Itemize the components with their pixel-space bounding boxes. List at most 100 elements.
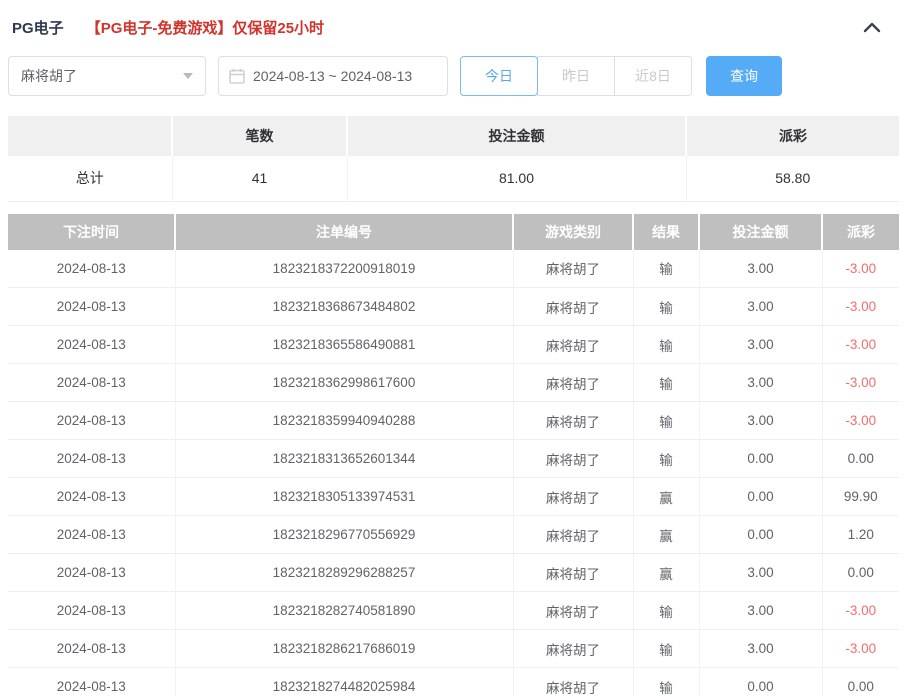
cell-payout: -3.00 [822,591,899,630]
panel-title: PG电子 [12,19,64,37]
records-table: 下注时间 注单编号 游戏类别 结果 投注金额 派彩 2024-08-13 182321837… [8,213,899,696]
cell-result: 输 [633,667,700,696]
cell-bet-id: 1823218286217686019 [175,629,514,668]
cell-bet-id: 1823218359940940288 [175,401,514,440]
summary-total-label: 总计 [8,156,173,202]
cell-game-type: 麻将胡了 [513,553,634,592]
cell-bet-amount: 3.00 [699,363,823,402]
summary-col-blank [8,116,173,156]
collapse-button[interactable] [863,21,881,33]
cell-payout: -3.00 [822,287,899,326]
cell-bet-id: 1823218305133974531 [175,477,514,516]
summary-total-count: 41 [172,156,348,202]
cell-result: 输 [633,629,700,668]
cell-bet-amount: 3.00 [699,249,823,288]
summary-table: 笔数 投注金额 派彩 总计 41 81.00 58.80 [8,116,899,202]
date-range-input[interactable]: 2024-08-13 ~ 2024-08-13 [218,56,448,96]
cell-bet-id: 1823218274482025984 [175,667,514,696]
summary-col-count: 笔数 [172,116,348,156]
cell-bet-id: 1823218362998617600 [175,363,514,402]
quick-button-2[interactable]: 近8日 [614,56,692,96]
record-row: 2024-08-13 1823218296770556929 麻将胡了赢 0.00 1.… [8,515,899,554]
summary-total-bet-amount: 81.00 [347,156,687,202]
cell-bet-time: 2024-08-13 [8,249,176,288]
record-row: 2024-08-13 1823218274482025984 麻将胡了输 0.00 0.… [8,667,899,696]
records-col-payout: 派彩 [822,213,899,250]
cell-bet-id: 1823218296770556929 [175,515,514,554]
record-row: 2024-08-13 1823218365586490881 麻将胡了输 3.00 -3… [8,325,899,364]
pg-games-panel: PG电子 【PG电子-免费游戏】仅保留25小时 麻将胡了 2024-08-13 … [0,0,907,696]
cell-bet-time: 2024-08-13 [8,287,176,326]
records-col-bet-amount: 投注金额 [699,213,823,250]
cell-game-type: 麻将胡了 [513,477,634,516]
cell-bet-time: 2024-08-13 [8,591,176,630]
summary-total-row: 总计 41 81.00 58.80 [8,156,899,202]
cell-bet-amount: 3.00 [699,591,823,630]
cell-bet-id: 1823218372200918019 [175,249,514,288]
cell-bet-time: 2024-08-13 [8,477,176,516]
cell-bet-amount: 3.00 [699,553,823,592]
cell-payout: 0.00 [822,439,899,478]
records-body: 2024-08-13 1823218372200918019 麻将胡了输 3.00 -3… [8,249,899,696]
search-button[interactable]: 查询 [706,56,782,96]
cell-bet-time: 2024-08-13 [8,629,176,668]
cell-game-type: 麻将胡了 [513,401,634,440]
cell-result: 赢 [633,553,700,592]
record-row: 2024-08-13 1823218282740581890 麻将胡了输 3.00 -3… [8,591,899,630]
cell-bet-id: 1823218289296288257 [175,553,514,592]
record-row: 2024-08-13 1823218372200918019 麻将胡了输 3.00 -3… [8,249,899,288]
record-row: 2024-08-13 1823218289296288257 麻将胡了赢 3.00 0.… [8,553,899,592]
records-col-result: 结果 [633,213,700,250]
cell-bet-id: 1823218313652601344 [175,439,514,478]
cell-bet-amount: 3.00 [699,401,823,440]
cell-bet-amount: 3.00 [699,629,823,668]
cell-bet-time: 2024-08-13 [8,515,176,554]
cell-game-type: 麻将胡了 [513,249,634,288]
cell-payout: -3.00 [822,363,899,402]
cell-game-type: 麻将胡了 [513,591,634,630]
quick-button-0[interactable]: 今日 [460,56,538,96]
cell-bet-time: 2024-08-13 [8,553,176,592]
cell-game-type: 麻将胡了 [513,629,634,668]
cell-result: 输 [633,363,700,402]
cell-game-type: 麻将胡了 [513,439,634,478]
summary-col-payout: 派彩 [686,116,899,156]
cell-result: 赢 [633,515,700,554]
record-row: 2024-08-13 1823218305133974531 麻将胡了赢 0.00 99… [8,477,899,516]
record-row: 2024-08-13 1823218359940940288 麻将胡了输 3.00 -3… [8,401,899,440]
cell-bet-amount: 0.00 [699,477,823,516]
cell-game-type: 麻将胡了 [513,363,634,402]
cell-game-type: 麻将胡了 [513,325,634,364]
cell-bet-time: 2024-08-13 [8,325,176,364]
cell-bet-id: 1823218365586490881 [175,325,514,364]
record-row: 2024-08-13 1823218313652601344 麻将胡了输 0.00 0.… [8,439,899,478]
quick-range-group: 今日 昨日 近8日 [460,56,692,96]
summary-header-row: 笔数 投注金额 派彩 [8,116,899,156]
cell-result: 输 [633,591,700,630]
cell-payout: 0.00 [822,553,899,592]
chevron-up-icon [863,21,881,33]
cell-result: 赢 [633,477,700,516]
cell-result: 输 [633,287,700,326]
cell-bet-amount: 3.00 [699,325,823,364]
record-row: 2024-08-13 1823218286217686019 麻将胡了输 3.00 -3… [8,629,899,668]
cell-payout: 99.90 [822,477,899,516]
cell-bet-amount: 3.00 [699,287,823,326]
record-row: 2024-08-13 1823218362998617600 麻将胡了输 3.00 -3… [8,363,899,402]
cell-bet-time: 2024-08-13 [8,401,176,440]
quick-button-1[interactable]: 昨日 [537,56,615,96]
summary-col-bet-amount: 投注金额 [347,116,687,156]
records-header-row: 下注时间 注单编号 游戏类别 结果 投注金额 派彩 [8,213,899,250]
summary-total-payout: 58.80 [686,156,899,202]
cell-payout: 0.00 [822,667,899,696]
cell-game-type: 麻将胡了 [513,515,634,554]
cell-payout: -3.00 [822,629,899,668]
game-select[interactable]: 麻将胡了 [8,56,206,96]
calendar-icon [229,68,245,84]
game-select-value: 麻将胡了 [21,68,77,84]
records-col-bet-time: 下注时间 [8,213,176,250]
cell-payout: 1.20 [822,515,899,554]
cell-result: 输 [633,249,700,288]
cell-bet-amount: 0.00 [699,667,823,696]
cell-bet-amount: 0.00 [699,515,823,554]
